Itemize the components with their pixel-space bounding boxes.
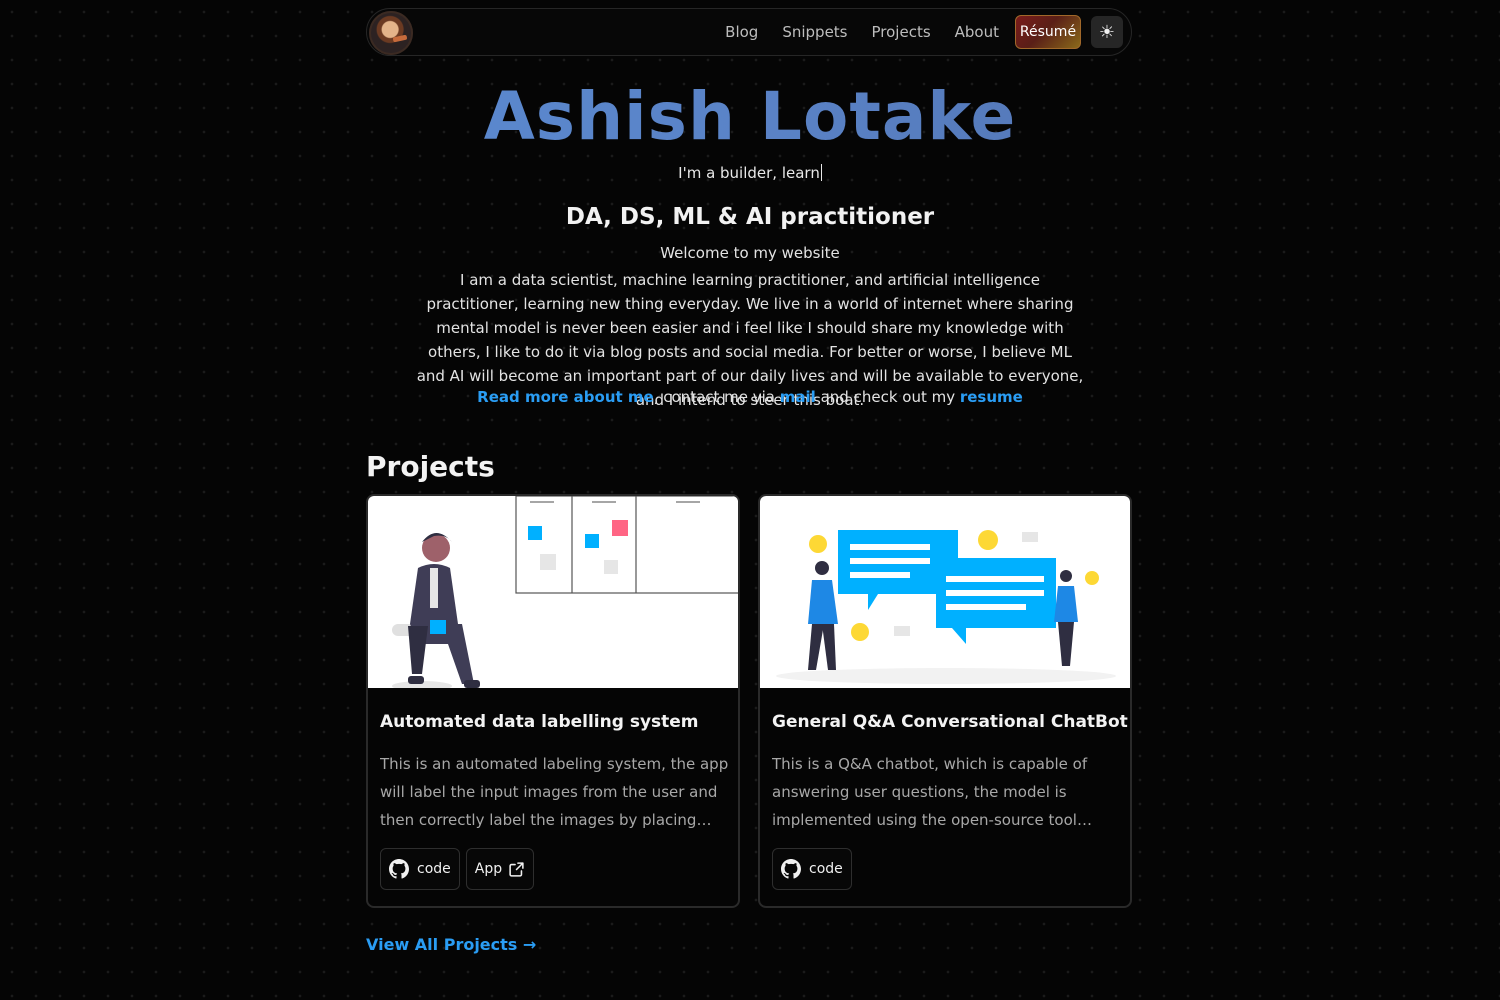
project-description: This is a Q&A chatbot, which is capable …: [772, 755, 1088, 829]
nav-link-snippets[interactable]: Snippets: [782, 23, 847, 41]
project-card: Automated data labelling system This is …: [366, 494, 740, 908]
github-icon: [389, 859, 409, 879]
mail-link[interactable]: mail: [780, 388, 816, 406]
app-button[interactable]: App: [465, 848, 535, 890]
typed-tagline: I'm a builder, learn: [0, 164, 1500, 182]
code-button[interactable]: code: [380, 848, 460, 890]
app-button-label: App: [474, 861, 503, 877]
avatar[interactable]: [369, 11, 413, 55]
sun-icon: ☀: [1098, 21, 1116, 43]
project-title: General Q&A Conversational ChatBot: [772, 712, 1128, 732]
nav-link-projects[interactable]: Projects: [872, 23, 931, 41]
project-description: This is an automated labeling system, th…: [380, 755, 729, 829]
project-title: Automated data labelling system: [380, 712, 699, 732]
projects-heading: Projects: [366, 450, 495, 483]
hero-subtitle: DA, DS, ML & AI practitioner: [565, 204, 935, 230]
view-all-projects-link[interactable]: View All Projects →: [366, 935, 536, 954]
project-card: General Q&A Conversational ChatBot This …: [758, 494, 1132, 908]
theme-toggle-button[interactable]: ☀: [1091, 16, 1123, 48]
nav-links: Blog Snippets Projects About Résumé ☀: [701, 15, 1123, 49]
project-actions: code App: [380, 848, 540, 890]
code-button-label: code: [417, 861, 451, 877]
github-icon: [781, 859, 801, 879]
nav-link-blog[interactable]: Blog: [725, 23, 758, 41]
cta-text-1: , contact me via: [653, 388, 780, 406]
navbar: Blog Snippets Projects About Résumé ☀: [366, 8, 1132, 56]
typed-text: I'm a builder, learn: [678, 164, 820, 182]
resume-button[interactable]: Résumé: [1015, 15, 1081, 49]
project-actions: code: [772, 848, 858, 890]
project-illustration-chatbot: [760, 496, 1130, 688]
welcome-text: Welcome to my website: [660, 244, 840, 262]
cta-text-2: and check out my: [815, 388, 960, 406]
resume-link[interactable]: resume: [960, 388, 1023, 406]
code-button-label: code: [809, 861, 843, 877]
read-more-about-link[interactable]: Read more about me: [477, 388, 654, 406]
typing-cursor: [820, 164, 822, 181]
cta-line: Read more about me, contact me via mail …: [0, 388, 1500, 406]
project-illustration-kanban: [368, 496, 738, 688]
nav-link-about[interactable]: About: [955, 23, 999, 41]
hero-name: Ashish Lotake: [0, 78, 1500, 155]
code-button[interactable]: code: [772, 848, 852, 890]
external-link-icon: [509, 861, 524, 877]
